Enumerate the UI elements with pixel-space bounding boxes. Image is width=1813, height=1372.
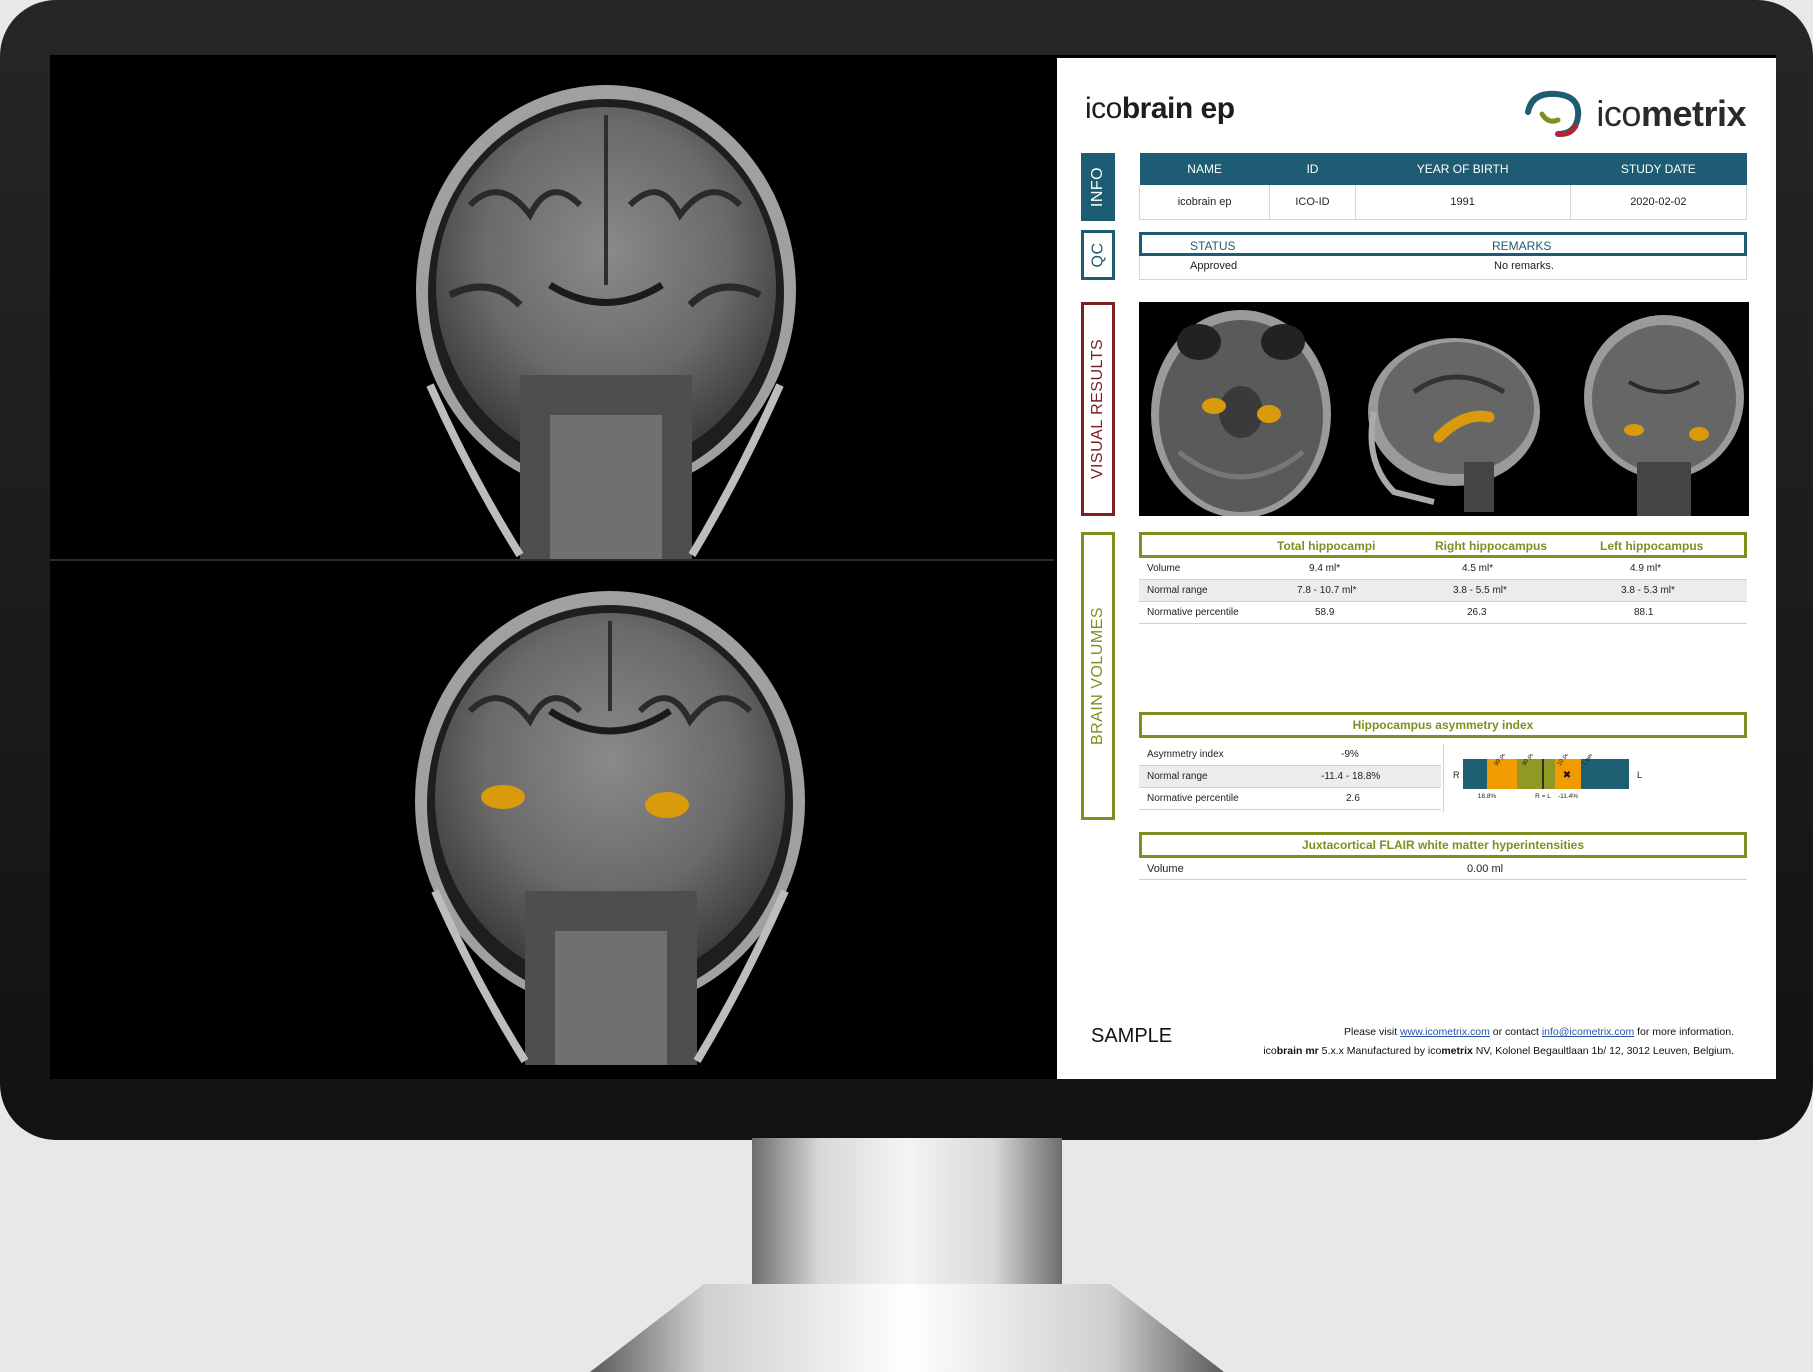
info-value-study-date: 2020-02-02 [1569, 185, 1748, 220]
asymmetry-normal-range-row: Normal range -11.4 - 18.8% [1139, 766, 1441, 788]
qc-remarks-value: No remarks. [1494, 260, 1554, 272]
viewport-top-coronal[interactable] [50, 55, 1054, 559]
footer-contact: Please visit www.icometrix.com or contac… [1344, 1026, 1734, 1038]
header-total-hippocampi: Total hippocampi [1277, 539, 1376, 553]
total-value: 7.8 - 10.7 ml* [1297, 585, 1357, 596]
email-link[interactable]: info@icometrix.com [1542, 1026, 1634, 1038]
coronal-left-hippocampus [1689, 427, 1709, 441]
mri-viewer [50, 55, 1054, 1079]
gauge-tick-left: 18.8% [1478, 793, 1497, 800]
row-label: Volume [1147, 863, 1184, 875]
normative-percentile-row: Normative percentile 58.9 26.3 88.1 [1139, 602, 1747, 624]
icometrix-logo: icometrix [1522, 84, 1747, 144]
axial-right-hippocampus [1202, 398, 1226, 414]
left-hippocampus-segmentation [645, 792, 689, 818]
left-value: 4.9 ml* [1630, 563, 1662, 574]
qc-status-header: STATUS [1190, 239, 1236, 253]
asymmetry-header: Hippocampus asymmetry index [1139, 712, 1747, 738]
left-value: 88.1 [1634, 607, 1654, 618]
right-value: 4.5 ml* [1462, 563, 1494, 574]
gauge-right-label: L [1637, 770, 1642, 780]
info-value-name: icobrain ep [1138, 185, 1271, 220]
right-hippocampus-segmentation [481, 785, 525, 809]
axial-thumbnail[interactable] [1139, 302, 1344, 516]
info-table: NAME ID YEAR OF BIRTH STUDY DATE icobrai… [1138, 153, 1748, 220]
asymmetry-percentile-row: Normative percentile 2.6 [1139, 788, 1441, 810]
info-value-id: ICO-ID [1269, 185, 1356, 220]
qc-status-value: Approved [1190, 260, 1238, 272]
row-label: Normative percentile [1147, 793, 1239, 804]
row-label: Volume [1147, 563, 1181, 574]
normal-range-row: Normal range 7.8 - 10.7 ml* 3.8 - 5.5 ml… [1139, 580, 1747, 602]
row-value: -11.4 - 18.8% [1321, 771, 1381, 782]
qc-remarks-header: REMARKS [1492, 239, 1552, 253]
row-label: Normal range [1147, 585, 1208, 596]
qc-header: STATUS REMARKS [1139, 232, 1747, 256]
row-value: 0.00 ml [1467, 863, 1504, 875]
section-label-visual-results: VISUAL RESULTS [1081, 302, 1115, 516]
row-value: 2.6 [1346, 793, 1360, 804]
flair-header: Juxtacortical FLAIR white matter hyperin… [1139, 832, 1747, 858]
gauge-center-label: R = L [1535, 793, 1551, 800]
sample-watermark: SAMPLE [1091, 1025, 1173, 1047]
info-value-year: 1991 [1354, 185, 1571, 220]
coronal-right-hippocampus [1624, 424, 1644, 436]
left-value: 3.8 - 5.3 ml* [1621, 585, 1675, 596]
report-title: icobrain ep [1085, 92, 1235, 125]
row-label: Normative percentile [1147, 607, 1239, 618]
visual-results-panel [1139, 302, 1749, 516]
coronal-mri-segmentation-image [415, 591, 805, 1065]
sagittal-thumbnail[interactable] [1344, 302, 1549, 516]
website-link[interactable]: www.icometrix.com [1400, 1026, 1490, 1038]
axial-left-hippocampus [1257, 405, 1281, 423]
viewport-bottom-coronal-segmented[interactable] [50, 561, 1054, 1065]
row-value: -9% [1341, 749, 1359, 760]
gauge-band-outer-left [1463, 759, 1487, 789]
header-right-hippocampus: Right hippocampus [1435, 539, 1547, 553]
info-header-id: ID [1269, 153, 1356, 185]
right-value: 3.8 - 5.5 ml* [1453, 585, 1507, 596]
info-header-study-date: STUDY DATE [1570, 153, 1747, 185]
info-header-year: YEAR OF BIRTH [1355, 153, 1571, 185]
section-label-qc: QC [1081, 230, 1115, 280]
asymmetry-index-row: Asymmetry index -9% [1139, 744, 1441, 766]
header-left-hippocampus: Left hippocampus [1600, 539, 1704, 553]
total-value: 9.4 ml* [1309, 563, 1341, 574]
icometrix-logo-icon [1525, 90, 1582, 137]
gauge-band-mid-left [1487, 759, 1517, 789]
report-panel: icobrain ep icometrix INFO QC VISUAL RES… [1057, 58, 1776, 1079]
gauge-tick-right: -11.4% [1558, 793, 1578, 800]
monitor-stand-base [590, 1284, 1224, 1372]
brain-volumes-header: Total hippocampi Right hippocampus Left … [1139, 532, 1747, 558]
row-label: Normal range [1147, 771, 1208, 782]
monitor-stand-neck [752, 1138, 1062, 1288]
monitor-screen: icobrain ep icometrix INFO QC VISUAL RES… [50, 55, 1776, 1079]
section-label-info: INFO [1081, 153, 1115, 221]
volume-row: Volume 9.4 ml* 4.5 ml* 4.9 ml* [1139, 558, 1747, 580]
coronal-thumbnail[interactable] [1549, 302, 1749, 516]
logo-wordmark: icometrix [1596, 93, 1746, 134]
monitor-bezel: icobrain ep icometrix INFO QC VISUAL RES… [0, 0, 1813, 1140]
footer-manufacturer: icobrain mr 5.x.x Manufactured by icomet… [1263, 1045, 1734, 1057]
gauge-marker-icon: ✖ [1563, 770, 1571, 781]
info-header-name: NAME [1139, 153, 1270, 185]
asymmetry-gauge: R 99 perc. 90 perc. 10 perc. 1 perc. ✖ L… [1453, 754, 1642, 800]
total-value: 58.9 [1315, 607, 1335, 618]
gauge-left-label: R [1453, 770, 1460, 780]
coronal-mri-image [416, 85, 796, 559]
right-value: 26.3 [1467, 607, 1487, 618]
section-label-brain-volumes: BRAIN VOLUMES [1081, 532, 1115, 820]
qc-row: Approved No remarks. [1139, 256, 1747, 280]
flair-volume-row: Volume 0.00 ml [1139, 858, 1747, 880]
row-label: Asymmetry index [1147, 749, 1224, 760]
